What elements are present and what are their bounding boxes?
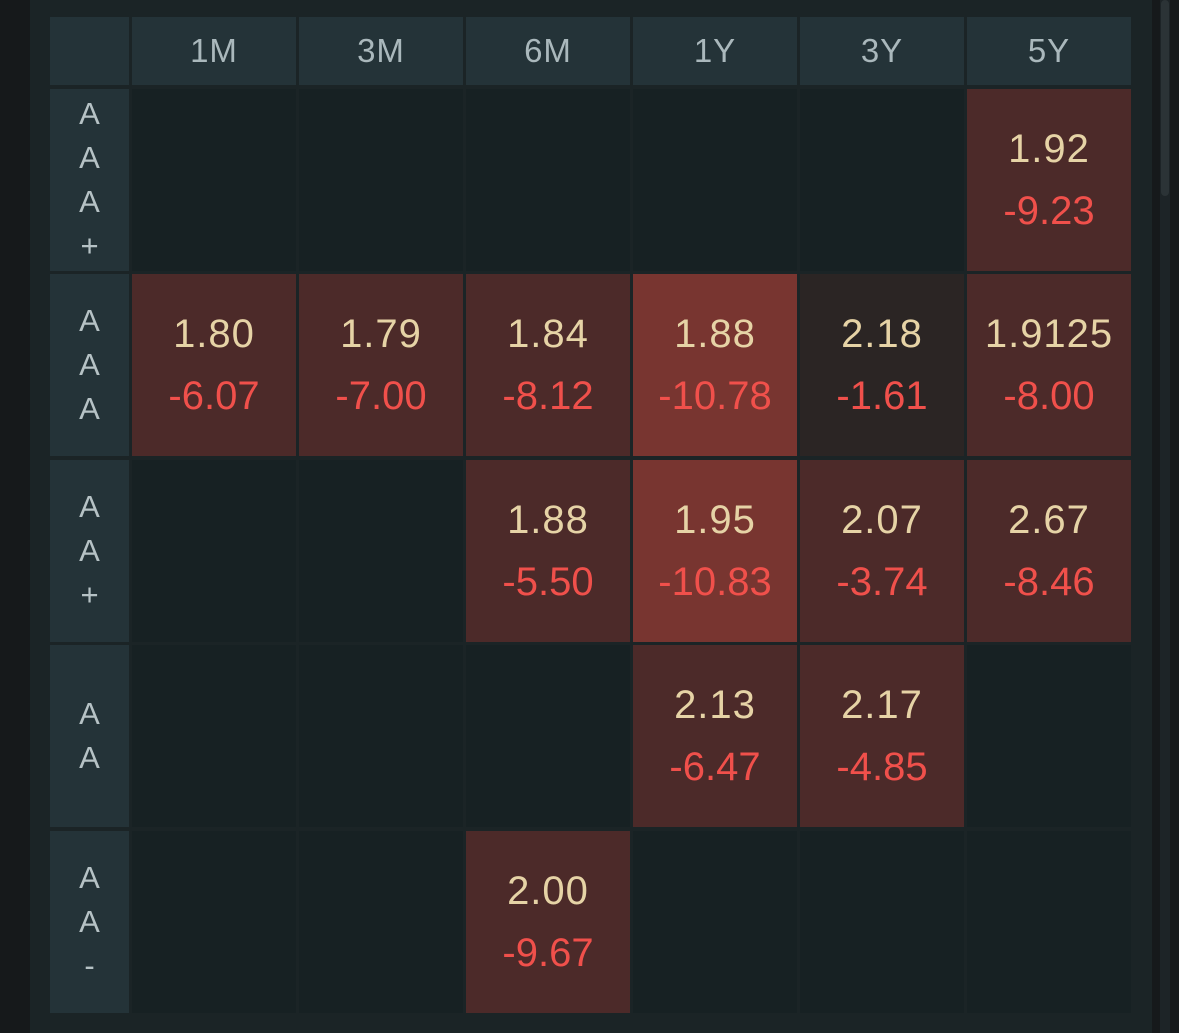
column-header-6m[interactable]: 6M xyxy=(466,17,630,85)
grid-cell-empty xyxy=(299,459,463,642)
grid-cell-empty xyxy=(800,88,964,271)
grid-cell-aa-plus-1y[interactable]: 1.95 -10.83 xyxy=(633,459,797,642)
row-header-char: - xyxy=(84,947,95,983)
cell-change: -9.23 xyxy=(1003,188,1095,233)
cell-change: -6.07 xyxy=(168,374,260,418)
grid-cell-empty xyxy=(466,645,630,827)
grid-cell-empty xyxy=(132,88,296,271)
cell-rate: 2.18 xyxy=(841,312,923,356)
cell-rate: 2.17 xyxy=(841,683,923,727)
row-header-char: A xyxy=(79,488,100,524)
column-header-3y[interactable]: 3Y xyxy=(800,17,964,85)
row-header-char: A xyxy=(79,183,100,219)
grid-cell-aa-plus-6m[interactable]: 1.88 -5.50 xyxy=(466,459,630,642)
row-header-char: A xyxy=(79,303,100,338)
row-header-char: A xyxy=(79,391,100,426)
grid-cell-aaa-plus-5y[interactable]: 1.92 -9.23 xyxy=(967,88,1131,271)
cell-change: -10.78 xyxy=(658,374,772,418)
grid-cell-empty xyxy=(633,88,797,271)
row-header-aa-plus[interactable]: A A + xyxy=(50,459,129,642)
grid-cell-aaa-1y[interactable]: 1.88 -10.78 xyxy=(633,274,797,456)
row-header-char: A xyxy=(79,740,100,775)
scrollbar-thumb[interactable] xyxy=(1161,0,1169,196)
grid-corner xyxy=(50,17,129,85)
row-header-char: + xyxy=(80,576,99,612)
grid-cell-empty xyxy=(299,645,463,827)
cell-change: -5.50 xyxy=(502,559,594,604)
grid-cell-aaa-1m[interactable]: 1.80 -6.07 xyxy=(132,274,296,456)
cell-rate: 1.80 xyxy=(173,312,255,356)
row-header-aa[interactable]: A A xyxy=(50,645,129,827)
grid-cell-empty xyxy=(633,830,797,1013)
rating-tenor-grid: 1M 3M 6M 1Y 3Y 5Y A A A + 1.92 -9.23 A A… xyxy=(50,17,1131,1013)
cell-rate: 2.07 xyxy=(841,497,923,542)
grid-cell-aa-1y[interactable]: 2.13 -6.47 xyxy=(633,645,797,827)
cell-change: -8.12 xyxy=(502,374,594,418)
grid-cell-aaa-5y[interactable]: 1.9125 -8.00 xyxy=(967,274,1131,456)
cell-rate: 2.67 xyxy=(1008,497,1090,542)
row-header-aaa[interactable]: A A A xyxy=(50,274,129,456)
grid-cell-empty xyxy=(800,830,964,1013)
row-header-aaa-plus[interactable]: A A A + xyxy=(50,88,129,271)
cell-rate: 1.88 xyxy=(674,312,756,356)
row-header-char: A xyxy=(79,532,100,568)
grid-cell-aa-plus-5y[interactable]: 2.67 -8.46 xyxy=(967,459,1131,642)
cell-rate: 1.84 xyxy=(507,312,589,356)
column-header-5y[interactable]: 5Y xyxy=(967,17,1131,85)
cell-rate: 2.00 xyxy=(507,868,589,913)
row-header-char: A xyxy=(79,347,100,382)
column-header-3m[interactable]: 3M xyxy=(299,17,463,85)
grid-cell-empty xyxy=(967,645,1131,827)
cell-change: -7.00 xyxy=(335,374,427,418)
cell-change: -10.83 xyxy=(658,559,772,604)
cell-rate: 1.9125 xyxy=(984,312,1114,356)
row-header-char: A xyxy=(79,903,100,939)
grid-cell-empty xyxy=(299,88,463,271)
grid-cell-aa-plus-3y[interactable]: 2.07 -3.74 xyxy=(800,459,964,642)
column-header-1m[interactable]: 1M xyxy=(132,17,296,85)
row-header-char: A xyxy=(79,95,100,131)
grid-cell-empty xyxy=(299,830,463,1013)
row-header-char: A xyxy=(79,696,100,731)
cell-change: -8.00 xyxy=(1003,374,1095,418)
grid-cell-empty xyxy=(132,459,296,642)
grid-cell-aaa-3m[interactable]: 1.79 -7.00 xyxy=(299,274,463,456)
cell-change: -8.46 xyxy=(1003,559,1095,604)
column-header-1y[interactable]: 1Y xyxy=(633,17,797,85)
cell-change: -6.47 xyxy=(669,745,761,789)
cell-change: -9.67 xyxy=(502,930,594,975)
grid-cell-empty xyxy=(466,88,630,271)
cell-rate: 1.92 xyxy=(1008,126,1090,171)
grid-cell-aaa-3y[interactable]: 2.18 -1.61 xyxy=(800,274,964,456)
grid-cell-empty xyxy=(132,830,296,1013)
row-header-char: A xyxy=(79,139,100,175)
grid-cell-empty xyxy=(132,645,296,827)
grid-cell-aaa-6m[interactable]: 1.84 -8.12 xyxy=(466,274,630,456)
grid-cell-aa-minus-6m[interactable]: 2.00 -9.67 xyxy=(466,830,630,1013)
cell-change: -1.61 xyxy=(836,374,928,418)
cell-rate: 1.88 xyxy=(507,497,589,542)
row-header-aa-minus[interactable]: A A - xyxy=(50,830,129,1013)
grid-cell-empty xyxy=(967,830,1131,1013)
cell-change: -3.74 xyxy=(836,559,928,604)
cell-rate: 1.79 xyxy=(340,312,422,356)
cell-rate: 2.13 xyxy=(674,683,756,727)
row-header-char: + xyxy=(80,227,99,263)
grid-cell-aa-3y[interactable]: 2.17 -4.85 xyxy=(800,645,964,827)
cell-change: -4.85 xyxy=(836,745,928,789)
cell-rate: 1.95 xyxy=(674,497,756,542)
row-header-char: A xyxy=(79,859,100,895)
